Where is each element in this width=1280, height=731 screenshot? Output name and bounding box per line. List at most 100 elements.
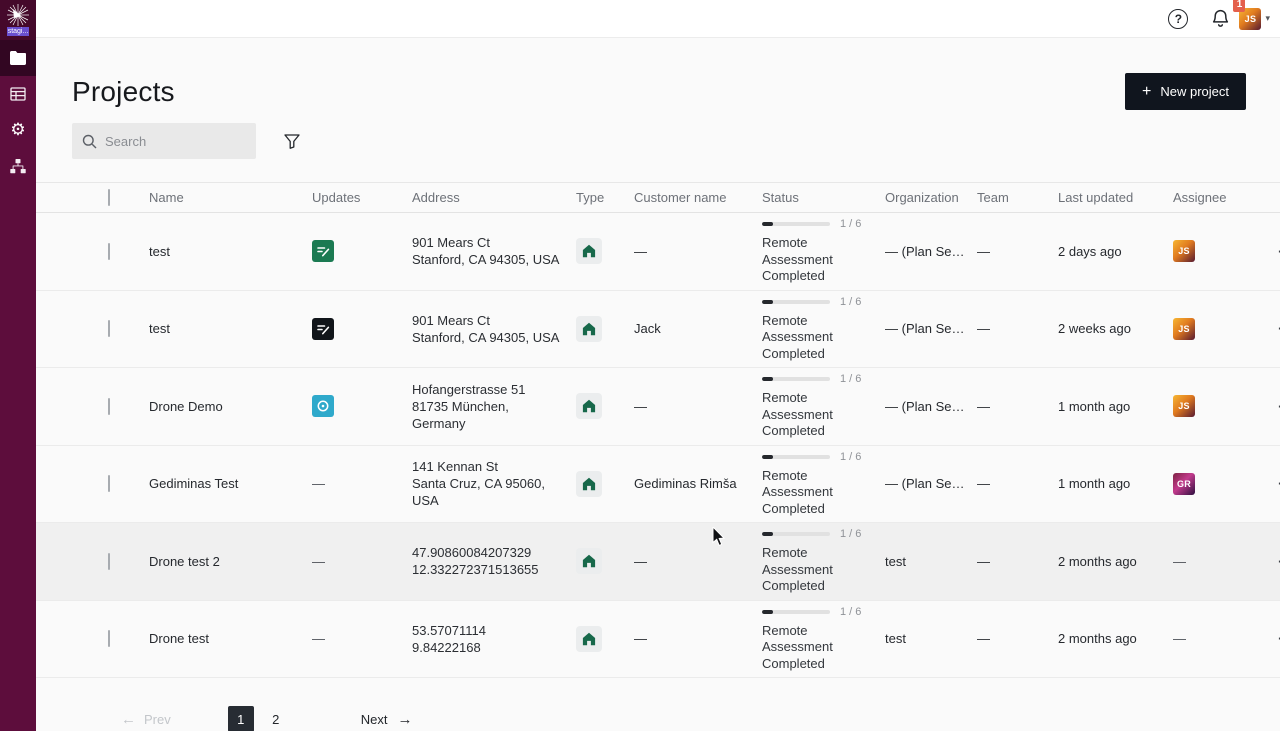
home-icon: [582, 477, 596, 491]
progress-label: 1 / 6: [840, 296, 861, 308]
col-customer-name: Customer name: [634, 190, 762, 205]
organization: — (Plan Se…: [885, 476, 977, 491]
row-checkbox[interactable]: [108, 320, 110, 337]
updates-empty: —: [312, 631, 325, 646]
project-name: Drone test: [149, 631, 312, 646]
table-row[interactable]: Drone test 2 — 47.90860084207329 12.3322…: [36, 523, 1280, 601]
row-checkbox[interactable]: [108, 398, 110, 415]
home-icon: [582, 632, 596, 646]
plus-icon: +: [1142, 84, 1151, 100]
row-actions-button[interactable]: ···: [1276, 395, 1280, 418]
row-actions-button[interactable]: ···: [1276, 240, 1280, 263]
customer-name: —: [634, 631, 762, 646]
sidebar-item-settings[interactable]: ⚙: [0, 112, 36, 148]
assignee-empty: —: [1173, 554, 1186, 569]
filter-button[interactable]: [280, 130, 304, 153]
assignee-avatar: JS: [1173, 395, 1195, 417]
pagination-prev[interactable]: ← Prev: [121, 711, 171, 728]
row-checkbox[interactable]: [108, 475, 110, 492]
organization: — (Plan Se…: [885, 321, 977, 336]
home-icon: [582, 244, 596, 258]
main-content: Projects + New project Name Updates Addr…: [36, 38, 1280, 731]
page-button-1[interactable]: 1: [228, 706, 254, 731]
status-cell: 1 / 6 Remote Assessment Completed: [762, 368, 885, 445]
table-header: Name Updates Address Type Customer name …: [36, 182, 1280, 213]
project-address: 141 Kennan St Santa Cruz, CA 95060, USA: [412, 458, 576, 509]
search-row: [72, 123, 304, 159]
home-icon: [582, 554, 596, 568]
table-row[interactable]: test — 901 Mears Ct Stanford, CA 94305, …: [36, 291, 1280, 369]
organization: — (Plan Se…: [885, 244, 977, 259]
col-status: Status: [762, 190, 885, 205]
updates-empty: —: [312, 554, 325, 569]
assignee-avatar: JS: [1173, 318, 1195, 340]
project-address: 901 Mears Ct Stanford, CA 94305, USA: [412, 234, 576, 268]
chevron-down-icon[interactable]: ▾: [1265, 13, 1270, 24]
table-row[interactable]: Gediminas Test — 141 Kennan St Santa Cru…: [36, 446, 1280, 524]
col-type: Type: [576, 190, 634, 205]
table-row[interactable]: Drone test — 53.57071114 9.84222168: [36, 601, 1280, 679]
select-all-checkbox[interactable]: [108, 189, 110, 206]
project-name: test: [149, 321, 312, 336]
col-team: Team: [977, 190, 1058, 205]
home-icon: [582, 322, 596, 336]
row-checkbox[interactable]: [108, 243, 110, 260]
progress-bar: [762, 610, 830, 614]
table-row[interactable]: test — 901 Mears Ct Stanford, CA 94305, …: [36, 213, 1280, 291]
status-cell: 1 / 6 Remote Assessment Completed: [762, 213, 885, 290]
customer-name: —: [634, 399, 762, 414]
assignee-avatar: GR: [1173, 473, 1195, 495]
progress-label: 1 / 6: [840, 606, 861, 618]
progress-bar: [762, 455, 830, 459]
gear-icon: ⚙: [10, 122, 25, 139]
customer-name: —: [634, 554, 762, 569]
page-button-2[interactable]: 2: [263, 706, 289, 731]
project-address: 901 Mears Ct Stanford, CA 94305, USA: [412, 312, 576, 346]
row-checkbox[interactable]: [108, 553, 110, 570]
type-chip: [576, 626, 602, 652]
row-actions-button[interactable]: ···: [1276, 472, 1280, 495]
project-name: test: [149, 244, 312, 259]
sidebar-item-tables[interactable]: [0, 76, 36, 112]
last-updated: 1 month ago: [1058, 476, 1173, 491]
notifications-button[interactable]: 1: [1212, 9, 1229, 28]
progress-label: 1 / 6: [840, 218, 861, 230]
project-address: 47.90860084207329 12.332272371513655: [412, 544, 576, 578]
sidebar-item-organization[interactable]: [0, 148, 36, 184]
col-name: Name: [149, 190, 312, 205]
filter-funnel-icon: [284, 134, 300, 149]
team: —: [977, 631, 1058, 646]
search-box: [72, 123, 256, 159]
organization: test: [885, 631, 977, 646]
last-updated: 2 days ago: [1058, 244, 1173, 259]
type-chip: [576, 548, 602, 574]
team: —: [977, 399, 1058, 414]
app-logo[interactable]: stagi...: [0, 0, 36, 40]
sidebar-item-projects[interactable]: [0, 40, 36, 76]
help-button[interactable]: ?: [1168, 9, 1188, 29]
search-input[interactable]: [105, 134, 245, 149]
new-project-button[interactable]: + New project: [1125, 73, 1246, 110]
new-project-label: New project: [1160, 84, 1229, 99]
row-actions-button[interactable]: ···: [1276, 550, 1280, 573]
search-icon: [82, 134, 97, 149]
type-chip: [576, 316, 602, 342]
col-address: Address: [412, 190, 576, 205]
status-label: Remote Assessment Completed: [762, 313, 854, 363]
customer-name: Jack: [634, 321, 762, 336]
prev-label: Prev: [144, 712, 171, 727]
updates-icon[interactable]: [312, 240, 334, 262]
updates-icon[interactable]: [312, 395, 334, 417]
arrow-left-icon: ←: [121, 711, 136, 728]
table-row[interactable]: Drone Demo — Hofangerstrasse 51 81735 Mü…: [36, 368, 1280, 446]
team: —: [977, 476, 1058, 491]
topbar: ? 1 JS ▾: [36, 0, 1280, 38]
row-actions-button[interactable]: ···: [1276, 317, 1280, 340]
row-actions-button[interactable]: ···: [1276, 627, 1280, 650]
project-address: 53.57071114 9.84222168: [412, 622, 576, 656]
last-updated: 2 weeks ago: [1058, 321, 1173, 336]
pagination-next[interactable]: Next →: [361, 711, 413, 728]
row-checkbox[interactable]: [108, 630, 110, 647]
home-icon: [582, 399, 596, 413]
updates-icon[interactable]: [312, 318, 334, 340]
